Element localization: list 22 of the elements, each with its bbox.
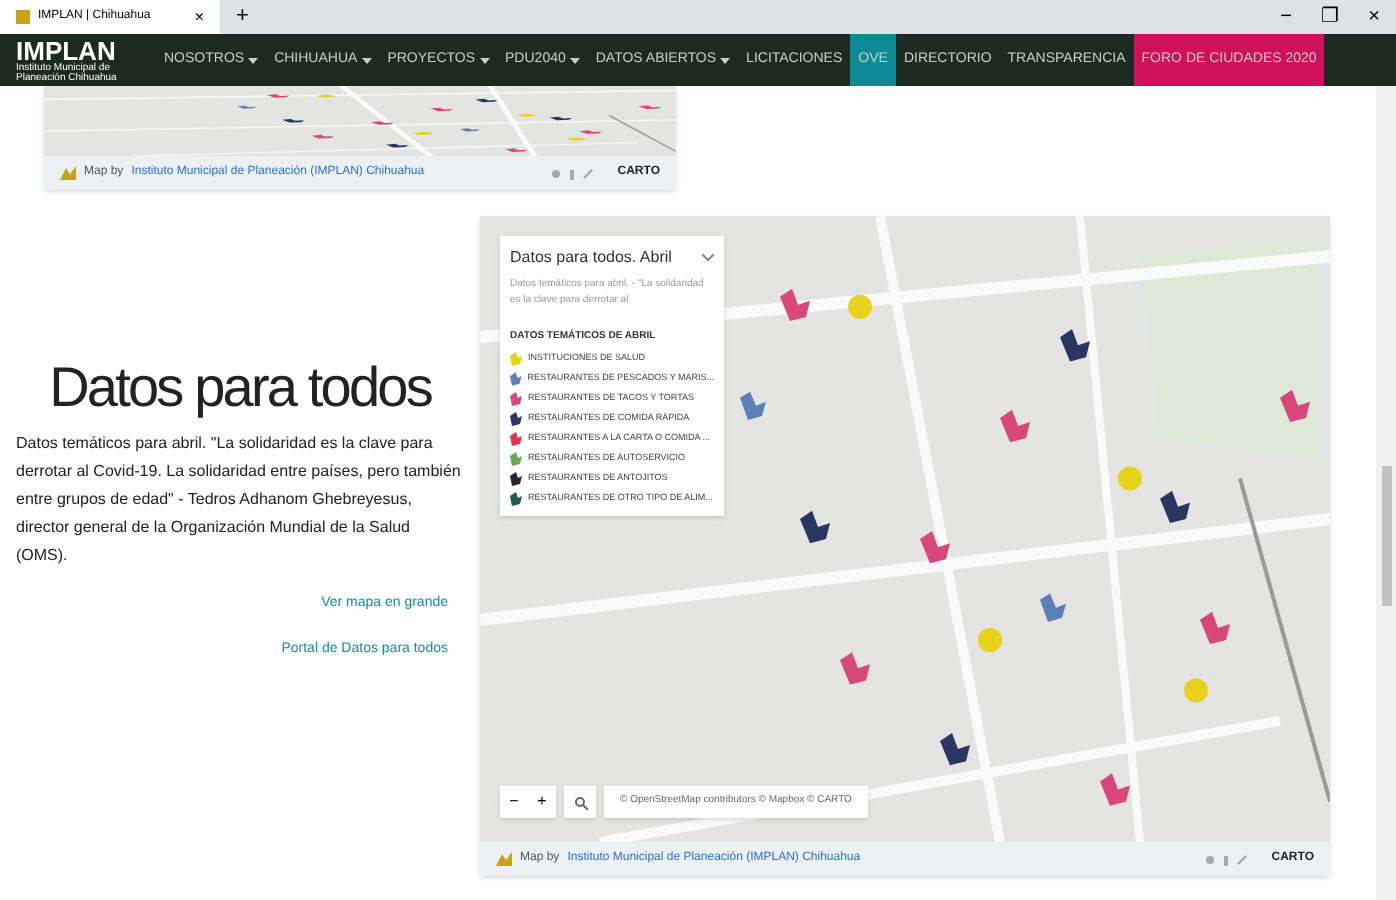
caret-icon[interactable] — [569, 57, 580, 63]
favicon-icon — [16, 10, 30, 24]
zoom-out-button[interactable]: − — [500, 786, 528, 818]
section-title: Datos para todos — [47, 354, 434, 422]
legend-title: Datos para todos. Abril — [510, 246, 674, 270]
window-button[interactable]: ❐ — [1308, 2, 1352, 32]
search-button[interactable] — [564, 786, 596, 818]
close-tab-button[interactable]: × — [194, 5, 204, 29]
window-button[interactable]: − — [1264, 2, 1308, 32]
window-button[interactable]: × — [1352, 2, 1396, 32]
section-text: Datos temáticos para abril. "La solidaridad es la clave para derrotar al Covid-19. La solidaridad entre países, pero también entre grupos de edad" - Tedros Adhanom Ghebreyesus, director general de la Organización Mundial de la Salud (OMS). — [16, 432, 463, 568]
caret-icon[interactable] — [361, 57, 372, 63]
map-icon — [60, 166, 76, 180]
map-icon — [496, 852, 512, 866]
new-tab-button[interactable]: + — [236, 0, 249, 34]
chevron-icon[interactable] — [702, 254, 714, 262]
logo[interactable]: IMPLAN — [16, 37, 140, 63]
zoom-in-button[interactable]: + — [528, 786, 556, 818]
caret-icon[interactable] — [248, 57, 259, 63]
caret-icon[interactable] — [479, 57, 490, 63]
caret-icon[interactable] — [720, 57, 731, 63]
search-icon — [573, 795, 587, 809]
